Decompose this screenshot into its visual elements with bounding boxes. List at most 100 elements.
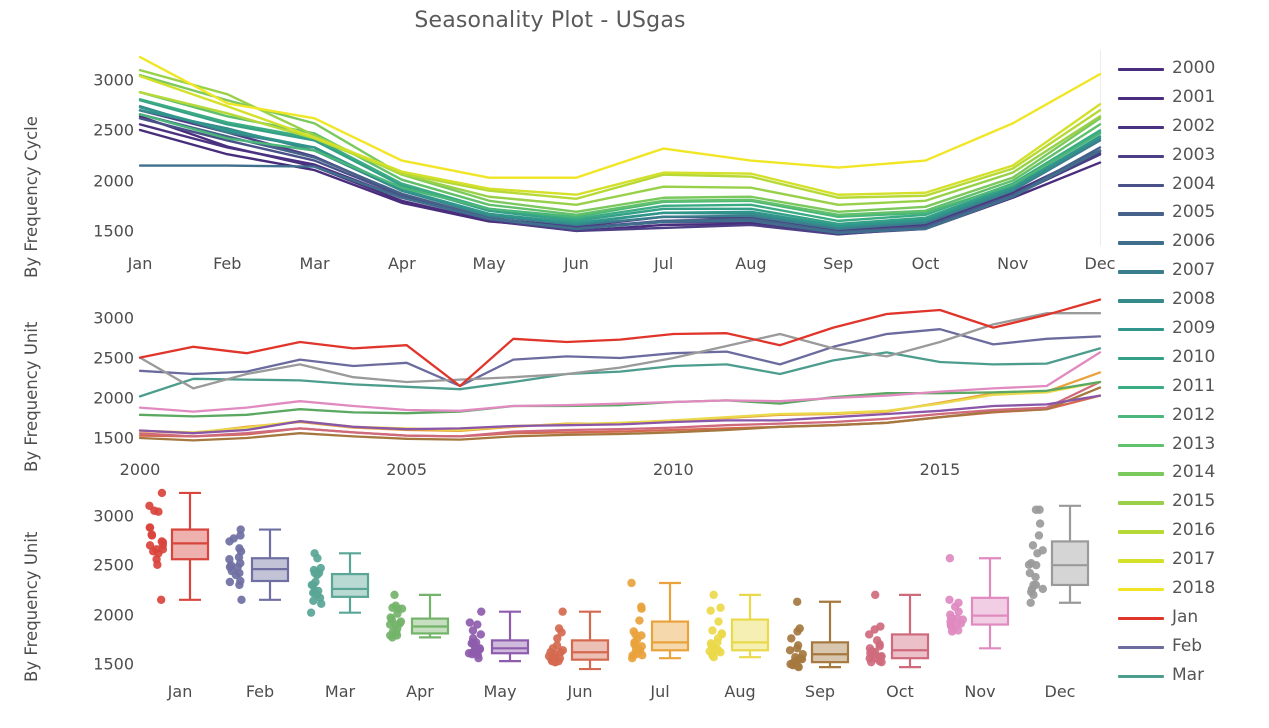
legend-item-2004[interactable]: 2004 [1114,172,1269,201]
data-point [1029,580,1038,590]
data-point [706,606,715,615]
box-rect [1050,540,1090,587]
y-tick-label: 2000 [93,171,134,191]
line-series-Nov [138,351,1102,413]
legend-item-2014[interactable]: 2014 [1114,460,1269,489]
legend-item-2001[interactable]: 2001 [1114,85,1269,114]
box-group-May [464,607,530,663]
legend-swatch [1118,154,1164,159]
y-tick-label: 2000 [93,605,134,625]
legend-item-2000[interactable]: 2000 [1114,56,1269,85]
x-tick-label: 2005 [386,460,428,479]
legend-item-2008[interactable]: 2008 [1114,287,1269,316]
data-point [396,617,406,626]
x-tick-label: Aug [724,682,756,701]
legend-swatch [1118,674,1164,679]
legend-label: Feb [1172,635,1203,656]
y-tick-label: 3000 [93,70,134,90]
data-point [312,590,322,600]
legend-item-2017[interactable]: 2017 [1114,547,1269,576]
legend-swatch [1118,443,1164,447]
box-rect [810,641,850,664]
legend-label: 2009 [1172,318,1216,339]
y-tick-label: 1500 [93,221,134,241]
legend-item-2013[interactable]: 2013 [1114,432,1269,461]
legend-item-2011[interactable]: 2011 [1114,374,1269,403]
data-point [476,630,486,639]
panel-by-frequency-unit-box: By Frequency Unit 1500 2000 2500 3000 Jan Fe… [0,482,1110,728]
legend-item-2002[interactable]: 2002 [1114,114,1269,143]
legend-item-Feb[interactable]: Feb [1114,634,1269,663]
x-tick-label: Jul [650,682,670,701]
data-point [1035,519,1045,528]
data-point [876,622,885,631]
data-point [145,523,155,532]
legend-item-2018[interactable]: 2018 [1114,576,1269,605]
data-point [627,578,636,588]
panel-box-plot [140,486,1100,676]
legend-swatch [1118,270,1164,274]
page-title: Seasonality Plot - USgas [414,8,686,33]
legend-item-2003[interactable]: 2003 [1114,143,1269,172]
data-point [554,624,564,633]
data-point [236,525,245,534]
data-point [237,595,246,605]
data-point [1026,598,1035,607]
data-point [1038,584,1048,594]
legend-label: 2013 [1172,433,1216,454]
legend-swatch [1118,616,1164,621]
legend-swatch [1118,414,1164,419]
legend-item-2006[interactable]: 2006 [1114,229,1269,258]
y-tick-label: 3000 [93,506,134,526]
legend-item-2007[interactable]: 2007 [1114,258,1269,287]
data-point [635,616,644,625]
x-tick-label: Sep [804,682,836,701]
legend-item-2010[interactable]: 2010 [1114,345,1269,374]
data-point [792,597,802,606]
legend-label: Jan [1172,606,1199,627]
box-group-Sep [785,597,850,672]
data-point [317,599,326,608]
data-point [708,626,717,635]
legend-label: 2008 [1172,289,1216,310]
box-group-Jun [544,607,610,671]
legend-swatch [1118,212,1164,216]
x-tick-label: Sep [823,254,854,273]
data-point [313,567,322,577]
panel-cycle-plot [138,50,1102,246]
data-point [954,598,963,607]
box-rect [570,639,610,661]
data-point [145,501,154,510]
data-point [945,554,955,563]
legend-item-2009[interactable]: 2009 [1114,316,1269,345]
data-point [872,636,882,645]
data-point [709,590,718,600]
data-point [558,607,567,616]
data-point [946,610,955,619]
box-group-Feb [225,525,290,605]
line-series-Jan [138,298,1102,388]
line-series-Mar [138,347,1102,398]
x-tick-label: Apr [406,682,434,701]
x-tick-label: Mar [324,682,356,701]
y-tick-label: 2500 [93,348,134,368]
data-point [716,603,725,612]
legend-swatch [1118,96,1164,101]
legend-item-2012[interactable]: 2012 [1114,403,1269,432]
legend-item-2005[interactable]: 2005 [1114,200,1269,229]
x-tick-label: 2000 [119,460,161,479]
legend-label: 2003 [1172,144,1216,165]
box-rect [650,620,690,652]
panel-by-frequency-cycle: By Frequency Cycle 1500 2000 2500 3000 Jan F… [0,46,1115,282]
legend-item-2015[interactable]: 2015 [1114,489,1269,518]
y-tick-label: 1500 [93,654,134,674]
data-point [465,618,475,627]
legend-label: 2011 [1172,375,1216,396]
data-point [225,555,234,564]
legend-swatch [1118,328,1164,332]
legend-item-Jan[interactable]: Jan [1114,605,1269,634]
legend-item-2016[interactable]: 2016 [1114,518,1269,547]
legend-item-Mar[interactable]: Mar [1114,663,1269,692]
data-point [791,652,800,662]
y-tick-label: 2500 [93,555,134,575]
